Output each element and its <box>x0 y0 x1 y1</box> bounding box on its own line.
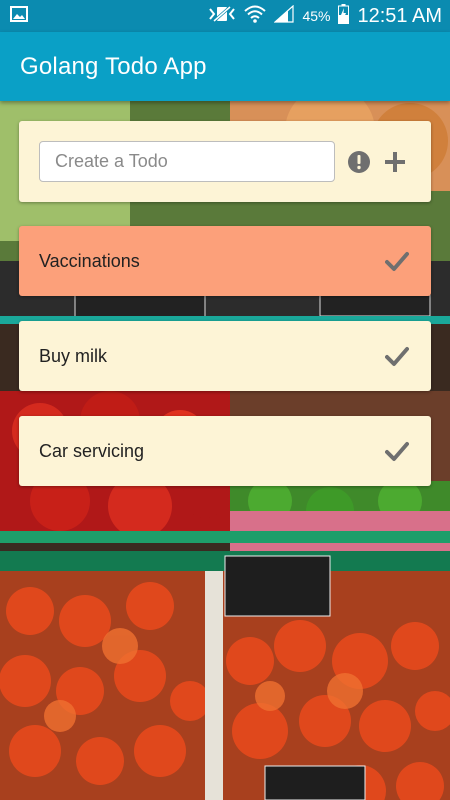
add-todo-button[interactable] <box>381 148 409 176</box>
create-todo-input[interactable] <box>39 141 336 182</box>
wifi-icon <box>244 5 267 28</box>
battery-percent: 45% <box>302 8 331 24</box>
todo-label: Vaccinations <box>39 250 140 271</box>
todo-item-buy-milk[interactable]: Buy milk <box>19 321 431 391</box>
check-icon[interactable] <box>383 342 411 370</box>
mute-vibrate-icon <box>208 5 236 28</box>
battery-charging-icon <box>338 3 350 29</box>
todo-item-vaccinations[interactable]: Vaccinations <box>19 226 431 296</box>
plus-icon <box>385 151 406 172</box>
alert-icon[interactable] <box>345 148 373 176</box>
signal-icon <box>273 4 295 28</box>
todo-item-car-servicing[interactable]: Car servicing <box>19 416 431 486</box>
app-title: Golang Todo App <box>20 52 207 80</box>
image-icon <box>10 5 28 27</box>
clock: 12:51 AM <box>357 4 442 27</box>
check-icon[interactable] <box>383 437 411 465</box>
check-icon[interactable] <box>383 247 411 275</box>
todo-label: Buy milk <box>39 345 108 366</box>
status-bar: 45% 12:51 AM <box>0 0 450 32</box>
app-bar: Golang Todo App <box>0 32 450 101</box>
create-todo-card <box>19 121 431 202</box>
todo-label: Car servicing <box>39 440 145 461</box>
